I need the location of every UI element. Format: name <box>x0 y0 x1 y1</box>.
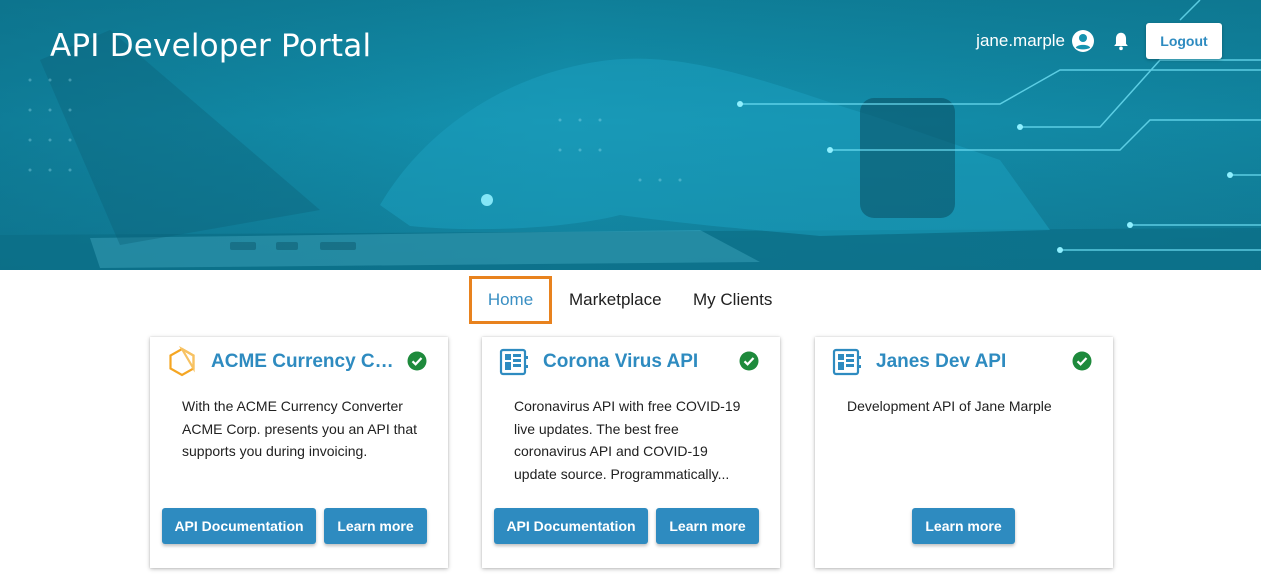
check-circle-icon <box>739 351 759 371</box>
card-description: With the ACME Currency Converter ACME Co… <box>182 398 418 459</box>
check-circle-icon <box>407 351 427 371</box>
learn-more-button[interactable]: Learn more <box>912 508 1015 544</box>
card-description: Coronavirus API with free COVID-19 live … <box>514 398 741 482</box>
api-card-janes-dev[interactable]: Janes Dev API Development API of Jane Ma… <box>815 337 1113 568</box>
card-title[interactable]: Janes Dev API <box>876 351 1006 373</box>
username[interactable]: jane.marple <box>976 31 1065 51</box>
user-menu: jane.marple Logout <box>976 23 1222 59</box>
card-title[interactable]: ACME Currency Co... <box>211 351 396 373</box>
tab-my-clients[interactable]: My Clients <box>693 276 772 324</box>
account-circle-icon[interactable] <box>1071 29 1095 53</box>
learn-more-button[interactable]: Learn more <box>656 508 759 544</box>
logout-button[interactable]: Logout <box>1146 23 1222 59</box>
api-card-acme-currency[interactable]: ACME Currency Co... With the ACME Curren… <box>150 337 448 568</box>
card-title[interactable]: Corona Virus API <box>543 351 698 373</box>
check-circle-icon <box>1072 351 1092 371</box>
card-description: Development API of Jane Marple <box>847 398 1052 414</box>
learn-more-button[interactable]: Learn more <box>324 508 427 544</box>
main-nav: Home Marketplace My Clients <box>0 276 1261 324</box>
tab-home[interactable]: Home <box>469 276 552 324</box>
api-grid-icon <box>498 346 530 378</box>
hexagon-logo-icon <box>166 346 198 378</box>
hero-banner: API Developer Portal jane.marple Logout <box>0 0 1261 270</box>
bell-icon[interactable] <box>1110 30 1132 52</box>
portal-title: API Developer Portal <box>50 28 372 64</box>
api-grid-icon <box>831 346 863 378</box>
api-documentation-button[interactable]: API Documentation <box>162 508 316 544</box>
card-header: Corona Virus API <box>498 347 762 377</box>
card-header: ACME Currency Co... <box>166 346 430 378</box>
api-documentation-button[interactable]: API Documentation <box>494 508 648 544</box>
card-header: Janes Dev API <box>831 347 1095 377</box>
tab-marketplace[interactable]: Marketplace <box>569 276 662 324</box>
api-card-corona-virus[interactable]: Corona Virus API Coronavirus API with fr… <box>482 337 780 568</box>
